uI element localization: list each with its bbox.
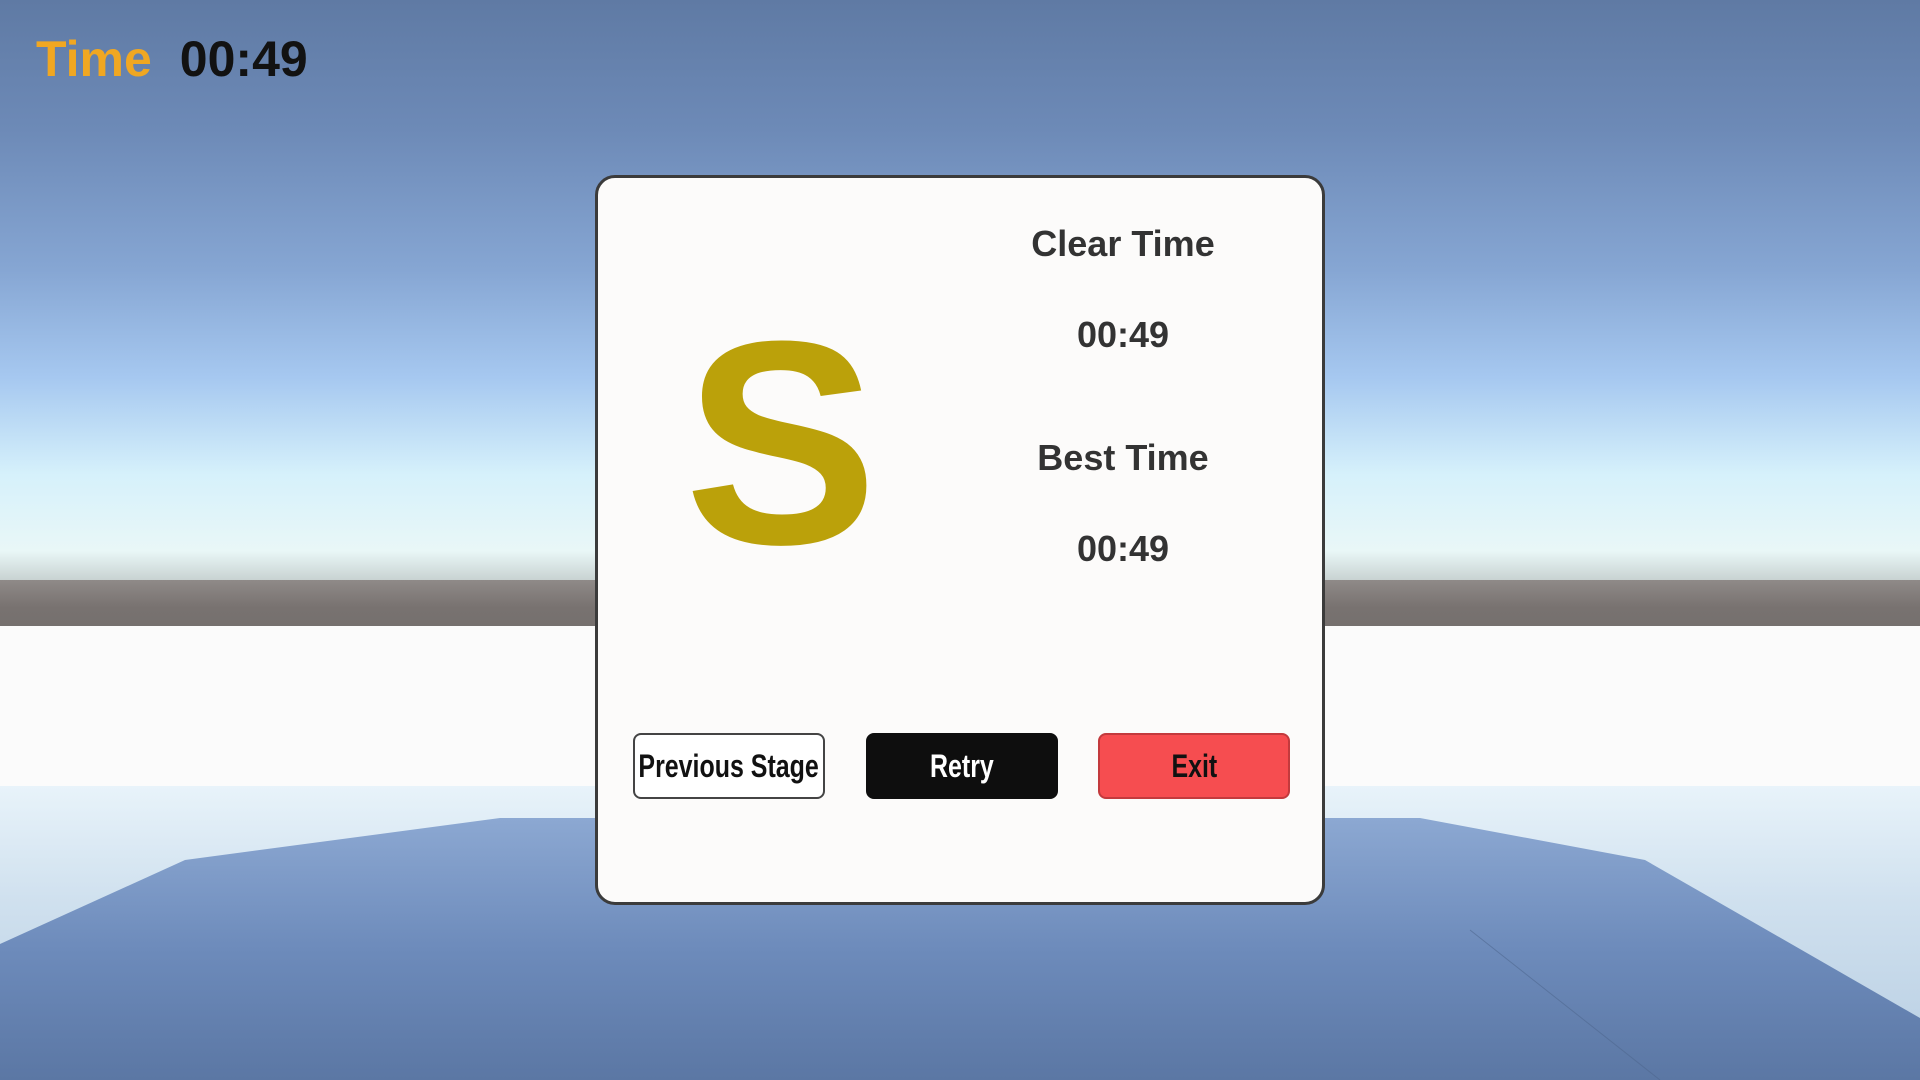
- exit-label: Exit: [1171, 747, 1217, 784]
- best-time-heading: Best Time: [1037, 437, 1209, 478]
- clear-time-value: 00:49: [1076, 314, 1170, 355]
- previous-stage-label: Previous Stage: [638, 747, 820, 784]
- hud-timer: Time 00:49: [36, 30, 308, 88]
- best-time-value: 00:49: [1076, 528, 1170, 569]
- hud-time-label: Time: [36, 31, 152, 87]
- result-panel: S Clear Time 00:49 Best Time 00:49 Previ…: [595, 175, 1325, 905]
- retry-button[interactable]: Retry: [866, 733, 1058, 799]
- rank-grade: S: [684, 281, 878, 605]
- retry-label: Retry: [930, 747, 994, 784]
- clear-time-heading: Clear Time: [1031, 223, 1215, 264]
- hud-time-value: 00:49: [179, 31, 308, 87]
- previous-stage-button[interactable]: Previous Stage: [633, 733, 825, 799]
- exit-button[interactable]: Exit: [1098, 733, 1290, 799]
